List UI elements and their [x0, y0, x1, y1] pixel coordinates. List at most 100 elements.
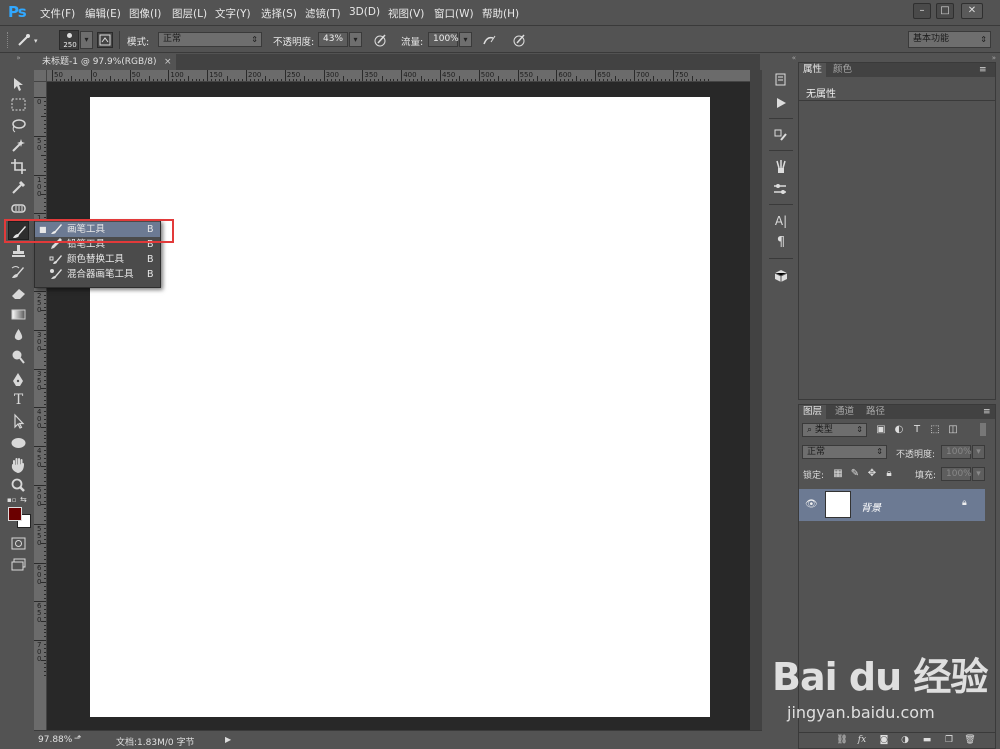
airbrush-icon[interactable]: [481, 32, 497, 48]
lock-all-icon[interactable]: 🔒︎: [883, 468, 895, 479]
move-tool-icon[interactable]: [8, 75, 29, 94]
brush-panel-toggle-icon[interactable]: [97, 32, 113, 48]
document-tab[interactable]: 未标题-1 @ 97.9%(RGB/8): [34, 54, 176, 70]
menu-window[interactable]: 窗口(W): [434, 6, 474, 21]
collapse-strip-icon[interactable]: «: [765, 54, 796, 62]
brush-presets-panel-icon[interactable]: [771, 126, 791, 144]
menu-3d[interactable]: 3D(D): [349, 6, 380, 18]
document-canvas[interactable]: [90, 97, 710, 717]
lock-transparent-icon[interactable]: ▦: [832, 468, 844, 479]
adjustment-layer-icon[interactable]: ◑: [898, 735, 912, 747]
marquee-tool-icon[interactable]: [8, 95, 29, 114]
menu-filter[interactable]: 滤镜(T): [305, 6, 341, 21]
collapse-panels-icon[interactable]: »: [798, 54, 996, 62]
filter-adjustment-icon[interactable]: ◐: [893, 424, 905, 435]
layer-thumbnail[interactable]: [825, 491, 851, 518]
blend-mode-dropdown[interactable]: 正常 ⇕: [802, 445, 887, 459]
clone-source-panel-icon[interactable]: [771, 180, 791, 198]
vertical-ruler[interactable]: 0501001502002503003504004505005506006507…: [34, 82, 47, 730]
pressure-opacity-icon[interactable]: [372, 32, 388, 48]
3d-panel-icon[interactable]: [771, 267, 791, 285]
ruler-origin[interactable]: [34, 70, 47, 82]
grip-handle[interactable]: [7, 32, 9, 48]
flow-input[interactable]: 100%: [428, 32, 459, 47]
pressure-size-icon[interactable]: [511, 32, 527, 48]
crop-tool-icon[interactable]: [8, 157, 29, 176]
filter-shape-icon[interactable]: ⬚: [929, 424, 941, 435]
new-group-icon[interactable]: ▬: [920, 735, 934, 747]
swap-colors-icon[interactable]: ⇆: [20, 495, 30, 504]
tab-color[interactable]: 颜色: [829, 63, 857, 77]
history-brush-tool-icon[interactable]: [8, 263, 29, 282]
default-colors-icon[interactable]: ▪▫: [7, 496, 17, 504]
layer-filter-dropdown[interactable]: ⌕ 类型 ⇕: [802, 423, 867, 437]
add-mask-icon[interactable]: ◙: [877, 735, 891, 747]
brush-size-dropdown-icon[interactable]: ▾: [80, 31, 93, 49]
menu-help[interactable]: 帮助(H): [482, 6, 519, 21]
healing-brush-tool-icon[interactable]: [8, 199, 29, 218]
status-menu-arrow-icon[interactable]: ▶: [225, 735, 231, 744]
delete-layer-icon[interactable]: 🗑︎: [963, 735, 977, 747]
dodge-tool-icon[interactable]: [8, 347, 29, 366]
type-tool-icon[interactable]: T: [8, 391, 29, 410]
lock-position-icon[interactable]: ✥: [866, 468, 878, 479]
layer-opacity-arrow-icon[interactable]: ▾: [972, 445, 985, 459]
menu-edit[interactable]: 编辑(E): [85, 6, 121, 21]
menu-type[interactable]: 文字(Y): [215, 6, 251, 21]
document-tab-close-icon[interactable]: ×: [164, 54, 172, 70]
menu-file[interactable]: 文件(F): [40, 6, 75, 21]
panel-menu-icon[interactable]: ≡: [983, 407, 991, 417]
tab-paths[interactable]: 路径: [862, 405, 890, 419]
visibility-eye-icon[interactable]: 👁︎: [805, 499, 818, 510]
tool-preset-arrow-icon[interactable]: ▾: [34, 37, 38, 45]
menu-layer[interactable]: 图层(L): [172, 6, 207, 21]
tab-layers[interactable]: 图层: [799, 405, 827, 419]
filter-toggle[interactable]: [980, 423, 986, 436]
layer-opacity-input[interactable]: 100%: [941, 445, 972, 459]
history-panel-icon[interactable]: [771, 70, 791, 88]
opacity-input[interactable]: 43%: [318, 32, 348, 47]
tab-properties[interactable]: 属性: [799, 63, 827, 77]
clone-stamp-tool-icon[interactable]: [8, 242, 29, 261]
quick-mask-icon[interactable]: [8, 534, 29, 553]
filter-type-icon[interactable]: T: [911, 424, 923, 435]
vertical-scrollbar[interactable]: [750, 70, 762, 730]
lasso-tool-icon[interactable]: [8, 116, 29, 135]
link-layers-icon[interactable]: ⛓: [835, 735, 849, 747]
path-selection-tool-icon[interactable]: [8, 412, 29, 431]
quick-select-tool-icon[interactable]: [8, 136, 29, 155]
layer-style-icon[interactable]: fx: [855, 735, 869, 747]
filter-smart-object-icon[interactable]: ◫: [947, 424, 959, 435]
tab-channels[interactable]: 通道: [831, 405, 859, 419]
opacity-slider-arrow-icon[interactable]: ▾: [349, 32, 362, 47]
menu-select[interactable]: 选择(S): [261, 6, 297, 21]
hand-tool-icon[interactable]: [8, 455, 29, 474]
flyout-item-mixer-brush[interactable]: 混合器画笔工具 B: [35, 267, 160, 282]
export-icon[interactable]: ⬏: [74, 734, 86, 745]
flow-slider-arrow-icon[interactable]: ▾: [459, 32, 472, 47]
layer-row-background[interactable]: 👁︎ 背景 🔒︎: [799, 489, 985, 521]
horizontal-ruler[interactable]: 50 0 50 100 150 200 250 300 350 400 450 500 550 600 65…: [34, 70, 750, 82]
blur-tool-icon[interactable]: [8, 326, 29, 345]
flyout-item-color-replace[interactable]: 颜色替换工具 B: [35, 252, 160, 267]
foreground-color-swatch[interactable]: [8, 507, 22, 521]
zoom-level[interactable]: 97.88%: [38, 735, 72, 745]
eraser-tool-icon[interactable]: [8, 284, 29, 303]
menu-view[interactable]: 视图(V): [388, 6, 424, 21]
minimize-button[interactable]: –: [913, 3, 931, 19]
lock-image-icon[interactable]: ✎: [849, 468, 861, 479]
filter-pixel-icon[interactable]: ▣: [875, 424, 887, 435]
paragraph-panel-icon[interactable]: ¶: [771, 234, 791, 252]
brush-preset-icon[interactable]: [16, 32, 32, 48]
ellipse-tool-icon[interactable]: [8, 433, 29, 452]
brush-panel-icon[interactable]: [771, 158, 791, 176]
eyedropper-tool-icon[interactable]: [8, 178, 29, 197]
brush-size-picker[interactable]: 250: [59, 30, 79, 50]
actions-panel-icon[interactable]: [771, 94, 791, 112]
close-button[interactable]: ✕: [961, 3, 983, 19]
zoom-tool-icon[interactable]: [8, 476, 29, 495]
collapse-toolbar-icon[interactable]: »: [8, 55, 29, 62]
fill-arrow-icon[interactable]: ▾: [972, 467, 985, 481]
fill-input[interactable]: 100%: [941, 467, 972, 481]
character-panel-icon[interactable]: A|: [771, 212, 791, 230]
